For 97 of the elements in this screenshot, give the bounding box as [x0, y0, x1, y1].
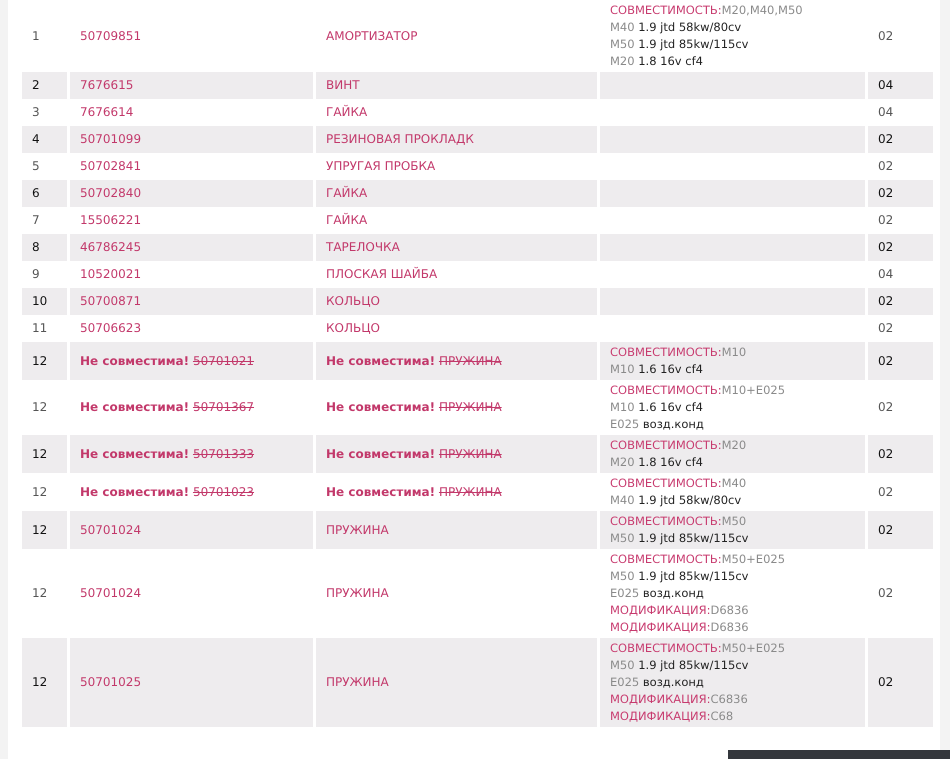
quantity: 02 — [877, 212, 894, 229]
part-name: ГАЙКА — [316, 180, 597, 207]
part-name: Не совместима! ПРУЖИНА — [325, 484, 503, 500]
quantity: 02 — [868, 234, 933, 261]
part-name: УПРУГАЯ ПРОБКА — [325, 158, 436, 175]
compatibility-note: МОДИФИКАЦИЯ:D6836 — [610, 602, 750, 619]
row-number: 11 — [31, 320, 48, 337]
part-number: 50709851 — [79, 28, 142, 44]
compatibility-note: M50 1.9 jtd 85kw/115cv — [610, 657, 750, 674]
part-number: 7676615 — [70, 72, 313, 99]
compatibility-note: E025 возд.конд — [610, 585, 705, 602]
part-name: ГАЙКА — [325, 104, 368, 121]
part-name: ВИНТ — [316, 72, 597, 99]
quantity: 02 — [877, 28, 894, 44]
part-name: ПРУЖИНА — [325, 585, 390, 602]
quantity: 02 — [877, 399, 894, 416]
quantity: 02 — [877, 158, 894, 175]
compatibility-note: СОВМЕСТИМОСТЬ:M50+E025 — [610, 551, 786, 568]
compatibility-note: СОВМЕСТИМОСТЬ:M50+E025 — [610, 640, 786, 657]
row-number: 1 — [31, 28, 41, 44]
part-name: АМОРТИЗАТОР — [325, 28, 418, 44]
compatibility-note: СОВМЕСТИМОСТЬ:M50 — [610, 513, 748, 530]
quantity: 02 — [877, 484, 894, 500]
part-name: КОЛЬЦО — [325, 320, 381, 337]
part-number: 15506221 — [79, 212, 142, 229]
row-number: 8 — [22, 234, 67, 261]
quantity: 02 — [868, 342, 933, 380]
part-number: 10520021 — [79, 266, 142, 283]
part-name: Не совместима! ПРУЖИНА — [316, 342, 597, 380]
compatibility-note: E025 возд.конд — [610, 674, 705, 691]
row-number: 12 — [22, 638, 67, 727]
part-number: 46786245 — [70, 234, 313, 261]
compatibility-note: M40 1.9 jtd 58kw/80cv — [610, 492, 742, 509]
compatibility-note: M50 1.9 jtd 85kw/115cv — [610, 530, 750, 547]
compatibility-note: M20 1.8 16v cf4 — [610, 53, 704, 70]
part-number: 50702841 — [79, 158, 142, 175]
part-name: ПРУЖИНА — [316, 638, 597, 727]
part-name: Не совместима! ПРУЖИНА — [316, 435, 597, 473]
part-number: 50700871 — [70, 288, 313, 315]
quantity: 02 — [868, 638, 933, 727]
compatibility-note: M50 1.9 jtd 85kw/115cv — [610, 36, 750, 53]
compatibility-note: СОВМЕСТИМОСТЬ:M40 — [610, 475, 748, 492]
row-number: 12 — [31, 484, 48, 500]
quantity: 02 — [868, 126, 933, 153]
quantity: 02 — [868, 288, 933, 315]
row-number: 9 — [31, 266, 41, 283]
part-number: 50702840 — [70, 180, 313, 207]
compatibility-note: E025 возд.конд — [610, 416, 705, 433]
compatibility-note: M10 1.6 16v cf4 — [610, 361, 704, 378]
part-number: 50701099 — [70, 126, 313, 153]
row-number: 12 — [31, 399, 48, 416]
part-number: Не совместима! 50701021 — [70, 342, 313, 380]
compatibility-note: СОВМЕСТИМОСТЬ:M10+E025 — [610, 382, 786, 399]
part-name: ГАЙКА — [325, 212, 368, 229]
part-name: Не совместима! ПРУЖИНА — [325, 399, 503, 416]
row-number: 12 — [22, 511, 67, 549]
compatibility-note: M20 1.8 16v cf4 — [610, 454, 704, 471]
part-name: РЕЗИНОВАЯ ПРОКЛАДК — [316, 126, 597, 153]
part-number: Не совместима! 50701333 — [70, 435, 313, 473]
quantity: 02 — [868, 511, 933, 549]
quantity: 02 — [868, 180, 933, 207]
row-number: 12 — [22, 342, 67, 380]
row-number: 12 — [31, 585, 48, 602]
part-number: 50701024 — [70, 511, 313, 549]
compatibility-note: МОДИФИКАЦИЯ:C68 — [610, 708, 734, 725]
compatibility-note: МОДИФИКАЦИЯ:D6836 — [610, 619, 750, 636]
compatibility-note: МОДИФИКАЦИЯ:C6836 — [610, 691, 749, 708]
row-number: 3 — [31, 104, 41, 121]
compatibility-note: СОВМЕСТИМОСТЬ:M20 — [610, 437, 748, 454]
part-name: ПРУЖИНА — [316, 511, 597, 549]
quantity: 04 — [877, 104, 894, 121]
row-number: 7 — [31, 212, 41, 229]
quantity: 02 — [877, 585, 894, 602]
quantity: 02 — [877, 320, 894, 337]
row-number: 5 — [31, 158, 41, 175]
part-number: Не совместима! 50701367 — [79, 399, 256, 416]
compatibility-note: M50 1.9 jtd 85kw/115cv — [610, 568, 750, 585]
part-number: 50701024 — [79, 585, 142, 602]
part-number: 50701025 — [70, 638, 313, 727]
part-name: ТАРЕЛОЧКА — [316, 234, 597, 261]
row-number: 4 — [22, 126, 67, 153]
row-number: 6 — [22, 180, 67, 207]
part-name: КОЛЬЦО — [316, 288, 597, 315]
quantity: 02 — [868, 435, 933, 473]
compatibility-note: СОВМЕСТИМОСТЬ:M20,M40,M50 — [610, 2, 804, 19]
part-number: 7676614 — [79, 104, 134, 121]
compatibility-note: M10 1.6 16v cf4 — [610, 399, 704, 416]
compatibility-note: M40 1.9 jtd 58kw/80cv — [610, 19, 742, 36]
compatibility-note: СОВМЕСТИМОСТЬ:M10 — [610, 344, 748, 361]
row-number: 12 — [22, 435, 67, 473]
part-name: ПЛОСКАЯ ШАЙБА — [325, 266, 438, 283]
quantity: 04 — [868, 72, 933, 99]
part-number: Не совместима! 50701023 — [79, 484, 256, 500]
row-number: 2 — [22, 72, 67, 99]
quantity: 04 — [877, 266, 894, 283]
part-number: 50706623 — [79, 320, 142, 337]
row-number: 10 — [22, 288, 67, 315]
